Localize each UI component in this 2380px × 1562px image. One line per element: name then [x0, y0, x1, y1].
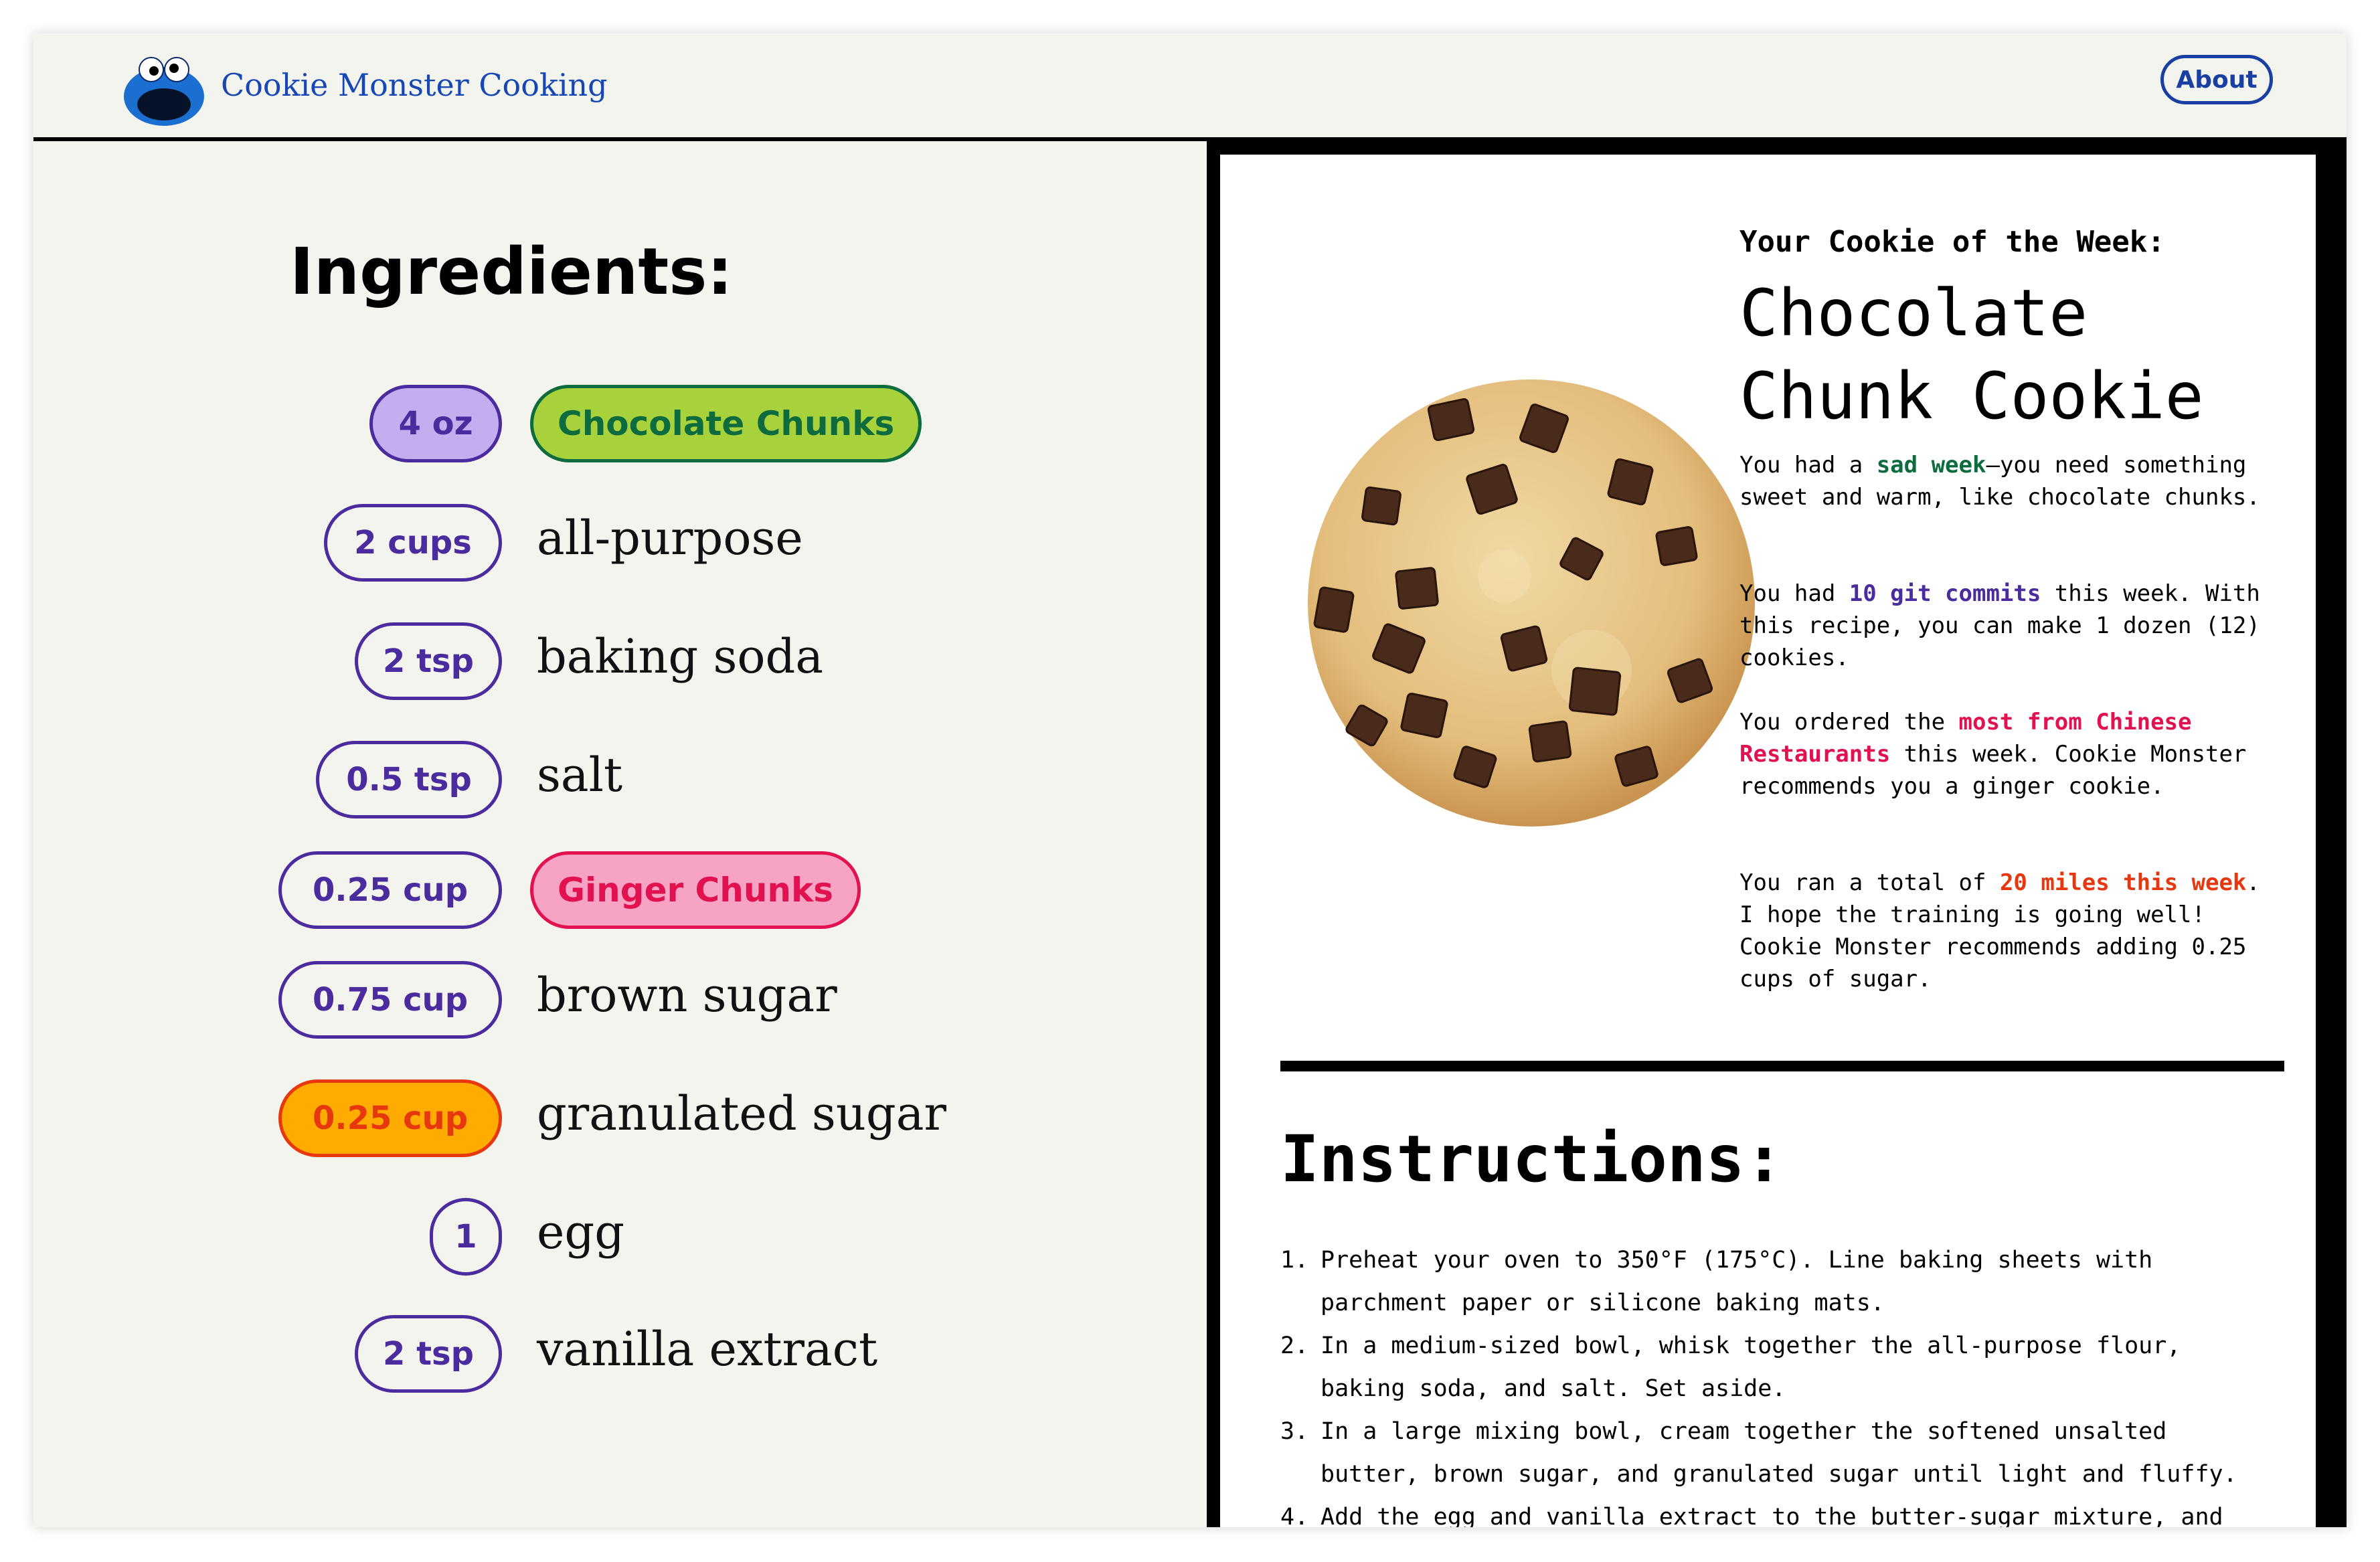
instructions-heading: Instructions: — [1280, 1122, 1784, 1197]
instruction-step: 1. Preheat your oven to 350°F (175°C). Li… — [1280, 1239, 2271, 1324]
ingredient-name: salt — [537, 748, 623, 802]
message-text: You had — [1739, 580, 1849, 607]
ingredient-name: vanilla extract — [537, 1322, 878, 1377]
instruction-step: 2. In a medium-sized bowl, whisk together… — [1280, 1324, 2271, 1410]
step-number: 3. — [1280, 1418, 1309, 1445]
step-number: 4. — [1280, 1504, 1309, 1527]
recipe-panel-content[interactable]: Your Cookie of the Week: Chocolate Chunk… — [1220, 155, 2316, 1527]
step-text: Preheat your oven to 350°F (175°C). Line… — [1321, 1247, 2153, 1316]
cookie-of-week-label: Your Cookie of the Week: — [1739, 225, 2165, 259]
section-divider — [1280, 1061, 2284, 1071]
quantity-pill: 0.75 cup — [278, 961, 502, 1039]
quantity-pill: 2 cups — [324, 504, 502, 582]
step-number: 1. — [1280, 1247, 1309, 1274]
message-text: You ran a total of — [1739, 869, 2000, 896]
message-commits: You had 10 git commits this week. With t… — [1739, 578, 2268, 674]
quantity-pill: 1 — [430, 1198, 502, 1276]
instructions-list: 1. Preheat your oven to 350°F (175°C). Li… — [1280, 1239, 2271, 1527]
step-text: In a large mixing bowl, cream together t… — [1321, 1418, 2237, 1488]
instruction-step: 3. In a large mixing bowl, cream together… — [1280, 1410, 2271, 1496]
ingredient-name: Ginger Chunks — [530, 851, 861, 929]
quantity-pill: 0.5 tsp — [316, 741, 502, 818]
ingredient-name: baking soda — [537, 629, 824, 684]
chocolate-chunk-cookie-image — [1308, 379, 1755, 827]
quantity-pill: 2 tsp — [355, 1315, 502, 1393]
message-text: You had a — [1739, 452, 1877, 479]
message-running: You ran a total of 20 miles this week. I… — [1739, 867, 2268, 995]
brand-title[interactable]: Cookie Monster Cooking — [221, 67, 608, 103]
about-button[interactable]: About — [2160, 55, 2273, 104]
quantity-pill: 2 tsp — [355, 622, 502, 700]
message-text: You ordered the — [1739, 709, 1959, 735]
recipe-panel: Your Cookie of the Week: Chocolate Chunk… — [1207, 141, 2347, 1527]
cookie-monster-logo-icon[interactable] — [122, 55, 206, 128]
ingredient-name: egg — [537, 1205, 625, 1260]
step-number: 2. — [1280, 1332, 1309, 1359]
message-food: You ordered the most from Chinese Restau… — [1739, 706, 2268, 802]
ingredient-name: all-purpose — [537, 511, 803, 566]
message-mood: You had a sad week—you need something sw… — [1739, 449, 2268, 513]
cookie-of-week-name: Chocolate Chunk Cookie — [1739, 276, 2204, 434]
mood-highlight: sad week — [1876, 452, 1986, 479]
ingredients-heading: Ingredients: — [290, 234, 733, 309]
ingredient-name: granulated sugar — [537, 1086, 946, 1141]
quantity-pill: 4 oz — [369, 385, 502, 462]
app-window: Cookie Monster Cooking About Ingredients… — [33, 33, 2347, 1527]
top-nav: Cookie Monster Cooking About — [33, 33, 2347, 141]
step-text: In a medium-sized bowl, whisk together t… — [1321, 1332, 2181, 1402]
quantity-pill: 0.25 cup — [278, 1079, 502, 1157]
ingredient-name: brown sugar — [537, 968, 837, 1023]
commits-highlight: 10 git commits — [1849, 580, 2041, 607]
quantity-pill: 0.25 cup — [278, 851, 502, 929]
running-highlight: 20 miles this week — [1999, 869, 2247, 896]
instruction-step: 4. Add the egg and vanilla extract to the… — [1280, 1496, 2271, 1527]
step-text: Add the egg and vanilla extract to the b… — [1321, 1504, 2223, 1527]
ingredient-name: Chocolate Chunks — [530, 385, 922, 462]
